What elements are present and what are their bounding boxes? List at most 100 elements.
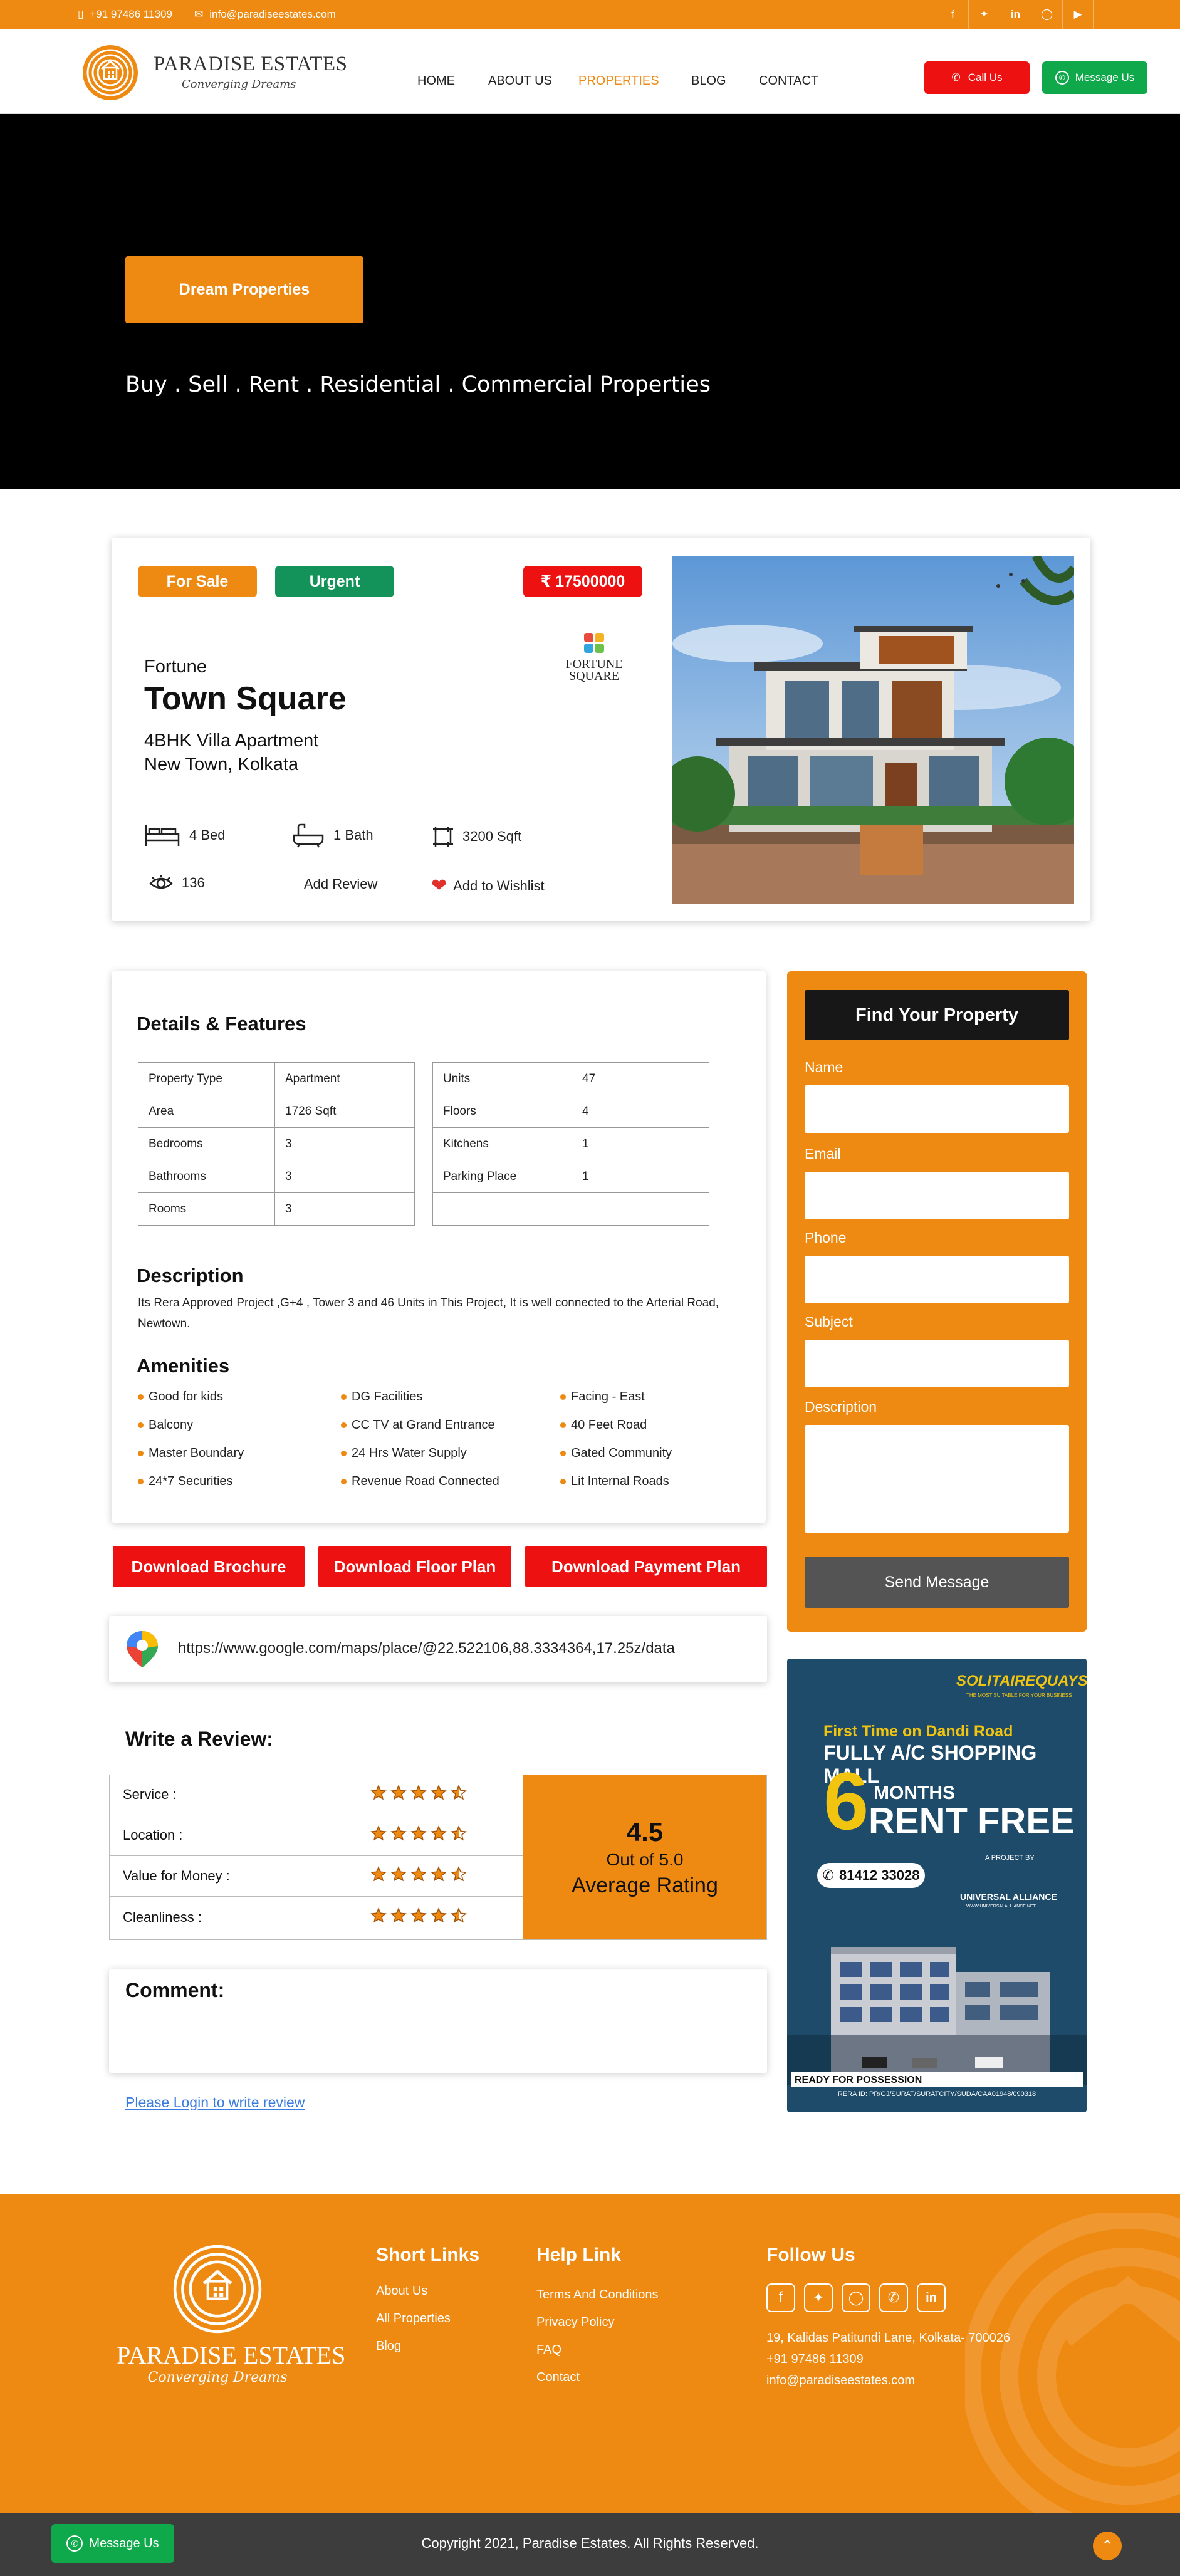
youtube-icon[interactable]: ▶ [1062, 0, 1094, 29]
nav-about[interactable]: ABOUT US [488, 74, 552, 88]
star-icon[interactable] [431, 1866, 447, 1886]
instagram-icon[interactable]: ◯ [842, 2283, 870, 2312]
facebook-icon[interactable]: f [766, 2283, 795, 2312]
whatsapp-icon: ✆ [1055, 71, 1069, 85]
star-icon[interactable] [431, 1785, 447, 1805]
developer-logo: FORTUNE SQUARE [550, 632, 638, 682]
footer-link-faq[interactable]: FAQ [536, 2343, 561, 2357]
download-brochure-button[interactable]: Download Brochure [113, 1546, 305, 1587]
nav-properties[interactable]: PROPERTIES [578, 74, 659, 88]
email-field[interactable] [805, 1172, 1069, 1219]
star-icon[interactable] [410, 1825, 427, 1845]
footer-link-privacy[interactable]: Privacy Policy [536, 2315, 614, 2330]
brand-name: PARADISE ESTATES [154, 53, 348, 75]
topbar-phone[interactable]: ▯ +91 97486 11309 [78, 8, 172, 21]
add-review-link[interactable]: Add Review [304, 876, 377, 892]
twitter-icon[interactable]: ✦ [804, 2283, 833, 2312]
footer-link-blog[interactable]: Blog [376, 2339, 401, 2354]
send-message-button[interactable]: Send Message [805, 1557, 1069, 1608]
star-icon[interactable] [390, 1785, 407, 1805]
map-url[interactable]: https://www.google.com/maps/place/@22.52… [178, 1640, 675, 1657]
envelope-icon: ✉ [194, 8, 204, 20]
footer-address: 19, Kalidas Patitundi Lane, Kolkata- 700… [766, 2331, 1011, 2345]
property-location: New Town, Kolkata [144, 754, 299, 774]
star-rating[interactable] [370, 1866, 467, 1886]
advertisement-banner[interactable]: SOLITAIREQUAYS THE MOST SUITABLE FOR YOU… [787, 1659, 1087, 2112]
map-link-card[interactable]: https://www.google.com/maps/place/@22.52… [109, 1616, 767, 1682]
property-photo[interactable] [672, 556, 1074, 904]
star-icon[interactable] [410, 1785, 427, 1805]
list-item: 24 Hrs Water Supply [341, 1446, 467, 1461]
star-icon[interactable] [451, 1825, 467, 1845]
linkedin-icon[interactable]: in [917, 2283, 946, 2312]
star-icon[interactable] [370, 1907, 387, 1927]
star-icon[interactable] [410, 1907, 427, 1927]
footer-link-properties[interactable]: All Properties [376, 2312, 451, 2326]
nav-blog[interactable]: BLOG [691, 74, 726, 88]
footer-link-about[interactable]: About Us [376, 2284, 427, 2298]
star-icon[interactable] [370, 1825, 387, 1845]
star-icon[interactable] [451, 1866, 467, 1886]
star-rating[interactable] [370, 1825, 467, 1845]
list-item: DG Facilities [341, 1390, 422, 1404]
star-icon[interactable] [451, 1907, 467, 1927]
star-icon[interactable] [431, 1907, 447, 1927]
fortune-logo-icon [584, 633, 604, 653]
list-item: Facing - East [560, 1390, 645, 1404]
login-to-review-link[interactable]: Please Login to write review [125, 2094, 305, 2111]
description-field[interactable] [805, 1425, 1069, 1533]
ad-phone: ✆ 81412 33028 [817, 1863, 925, 1888]
call-us-button[interactable]: ✆ Call Us [924, 61, 1030, 94]
footer-brand-name: PARADISE ESTATES [117, 2341, 346, 2369]
details-title: Details & Features [137, 1013, 306, 1035]
star-rating[interactable] [370, 1785, 467, 1805]
phone-field[interactable] [805, 1256, 1069, 1303]
comment-box[interactable]: Comment: [109, 1969, 767, 2073]
footer-link-contact[interactable]: Contact [536, 2370, 580, 2385]
nav-home[interactable]: HOME [417, 74, 455, 88]
star-icon[interactable] [451, 1785, 467, 1805]
topbar-email[interactable]: ✉ info@paradiseestates.com [194, 8, 336, 21]
subject-label: Subject [805, 1313, 853, 1330]
footer-phone[interactable]: +91 97486 11309 [766, 2352, 864, 2367]
brand-logo[interactable]: PARADISE ESTATES Converging Dreams [81, 44, 347, 102]
subject-field[interactable] [805, 1340, 1069, 1387]
download-payment-plan-button[interactable]: Download Payment Plan [525, 1546, 767, 1587]
star-icon[interactable] [390, 1866, 407, 1886]
floating-message-us-button[interactable]: ✆ Message Us [51, 2524, 174, 2563]
ad-building-image [787, 1947, 1087, 2085]
ad-line1: First Time on Dandi Road [823, 1723, 1013, 1740]
name-field[interactable] [805, 1085, 1069, 1133]
footer-link-terms[interactable]: Terms And Conditions [536, 2288, 659, 2302]
whatsapp-icon[interactable]: ✆ [879, 2283, 908, 2312]
message-us-button[interactable]: ✆ Message Us [1042, 61, 1147, 94]
star-icon[interactable] [370, 1866, 387, 1886]
star-icon[interactable] [410, 1866, 427, 1886]
star-icon[interactable] [370, 1785, 387, 1805]
twitter-icon[interactable]: ✦ [968, 0, 1000, 29]
add-to-wishlist-button[interactable]: ❤ Add to Wishlist [431, 875, 545, 897]
footer-logo[interactable]: PARADISE ESTATES Converging Dreams [117, 2245, 346, 2386]
list-item: 24*7 Securities [138, 1474, 233, 1489]
star-icon[interactable] [431, 1825, 447, 1845]
average-score: 4.5 [626, 1817, 664, 1847]
scroll-to-top-icon[interactable]: ⌃ [1093, 2532, 1122, 2560]
star-icon[interactable] [390, 1907, 407, 1927]
description-text: Its Rera Approved Project ,G+4 , Tower 3… [138, 1296, 719, 1330]
star-rating[interactable] [370, 1907, 467, 1927]
star-icon[interactable] [390, 1825, 407, 1845]
linkedin-icon[interactable]: in [1000, 0, 1031, 29]
site-footer: PARADISE ESTATES Converging Dreams Short… [0, 2194, 1180, 2513]
nav-contact[interactable]: CONTACT [759, 74, 818, 88]
ad-big-number: 6 [823, 1755, 869, 1847]
price-badge: ₹ 17500000 [523, 566, 642, 597]
download-floor-plan-button[interactable]: Download Floor Plan [318, 1546, 511, 1587]
rating-row-cleanliness: Cleanliness : [110, 1897, 523, 1937]
ad-brand-sub: THE MOST SUITABLE FOR YOUR BUSINESS [966, 1692, 1072, 1698]
facebook-icon[interactable]: f [937, 0, 968, 29]
instagram-icon[interactable]: ◯ [1031, 0, 1062, 29]
dream-properties-button[interactable]: Dream Properties [125, 256, 363, 323]
beds-stat: 4 Bed [144, 823, 226, 848]
brand-tagline: Converging Dreams [182, 78, 296, 91]
footer-email[interactable]: info@paradiseestates.com [766, 2374, 915, 2388]
